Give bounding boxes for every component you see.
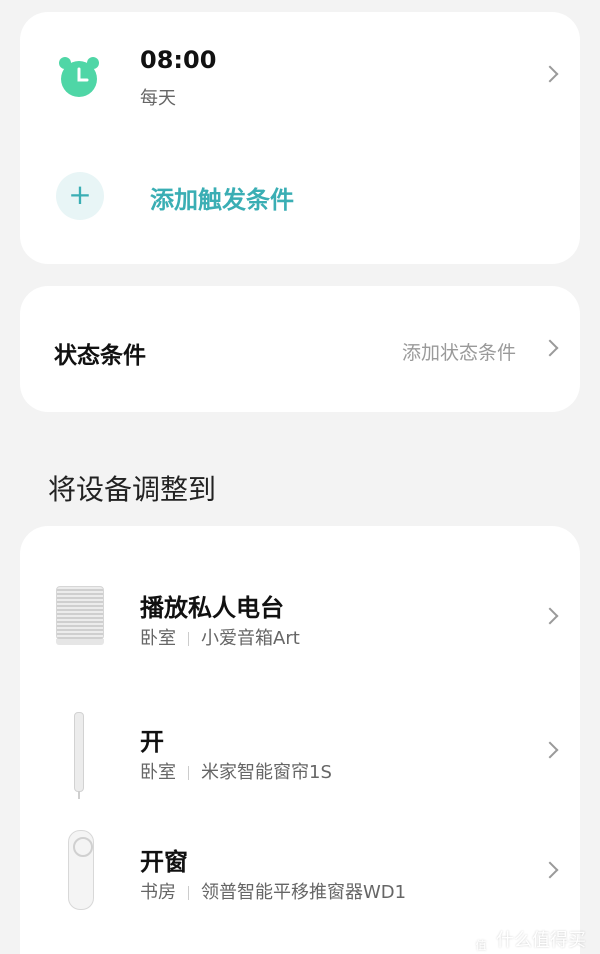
action-title: 开窗 xyxy=(140,848,188,876)
add-trigger-button[interactable]: 添加触发条件 xyxy=(150,180,294,215)
action-subtitle: 卧室 小爱音箱Art xyxy=(140,624,300,650)
chevron-right-icon xyxy=(541,741,559,759)
room-label: 卧室 xyxy=(140,762,176,783)
alarm-clock-icon xyxy=(59,57,99,97)
action-row[interactable]: 开 卧室 米家智能窗帘1S xyxy=(20,676,580,806)
chevron-right-icon xyxy=(541,861,559,879)
section-heading: 将设备调整到 xyxy=(48,473,217,506)
time-trigger-row[interactable]: 08:00 每天 xyxy=(20,12,580,142)
divider xyxy=(188,632,189,646)
trigger-card: 08:00 每天 + 添加触发条件 xyxy=(20,12,580,264)
device-label: 领普智能平移推窗器WD1 xyxy=(201,882,407,903)
chevron-right-icon xyxy=(541,607,559,625)
actions-card: 播放私人电台 卧室 小爱音箱Art 开 卧室 米家智能窗帘1S 开窗 书房 领普智能平… xyxy=(20,526,580,954)
watermark-logo-icon: 值 xyxy=(472,937,490,954)
divider xyxy=(188,886,189,900)
watermark-text: 什么值得买 xyxy=(496,930,586,951)
smart-speaker-icon xyxy=(56,586,104,645)
room-label: 卧室 xyxy=(140,628,176,649)
chevron-right-icon xyxy=(541,339,559,357)
state-condition-label: 状态条件 xyxy=(54,343,146,369)
add-state-condition-link[interactable]: 添加状态条件 xyxy=(402,338,516,365)
action-title: 播放私人电台 xyxy=(140,594,284,622)
trigger-time: 08:00 xyxy=(140,46,217,74)
watermark: 值什么值得买 xyxy=(472,926,586,954)
action-row[interactable]: 开窗 书房 领普智能平移推窗器WD1 xyxy=(20,806,580,926)
action-subtitle: 卧室 米家智能窗帘1S xyxy=(140,758,332,784)
add-trigger-row[interactable]: + 添加触发条件 xyxy=(20,142,580,262)
add-icon: + xyxy=(56,172,104,220)
curtain-motor-icon xyxy=(74,712,84,799)
action-row[interactable]: 播放私人电台 卧室 小爱音箱Art xyxy=(20,556,580,676)
trigger-repeat: 每天 xyxy=(140,88,176,109)
window-opener-icon xyxy=(68,830,94,910)
device-label: 小爱音箱Art xyxy=(201,628,300,649)
chevron-right-icon xyxy=(541,65,559,83)
action-subtitle: 书房 领普智能平移推窗器WD1 xyxy=(140,878,406,904)
action-title: 开 xyxy=(140,728,164,756)
divider xyxy=(188,766,189,780)
device-label: 米家智能窗帘1S xyxy=(201,762,332,783)
room-label: 书房 xyxy=(140,882,176,903)
state-condition-card[interactable]: 状态条件 添加状态条件 xyxy=(20,286,580,412)
